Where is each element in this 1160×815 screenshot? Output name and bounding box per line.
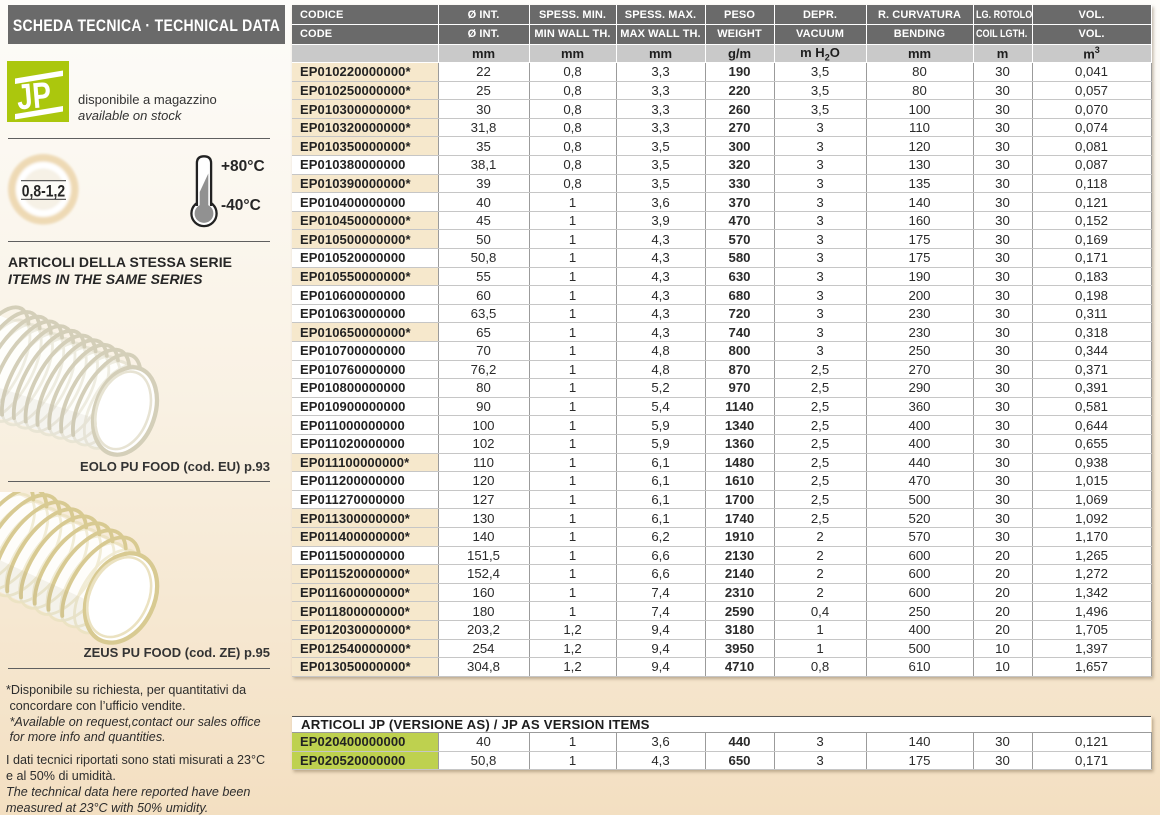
svg-text:0,8-1,2: 0,8-1,2 (22, 183, 65, 201)
svg-text:JP: JP (15, 74, 53, 117)
